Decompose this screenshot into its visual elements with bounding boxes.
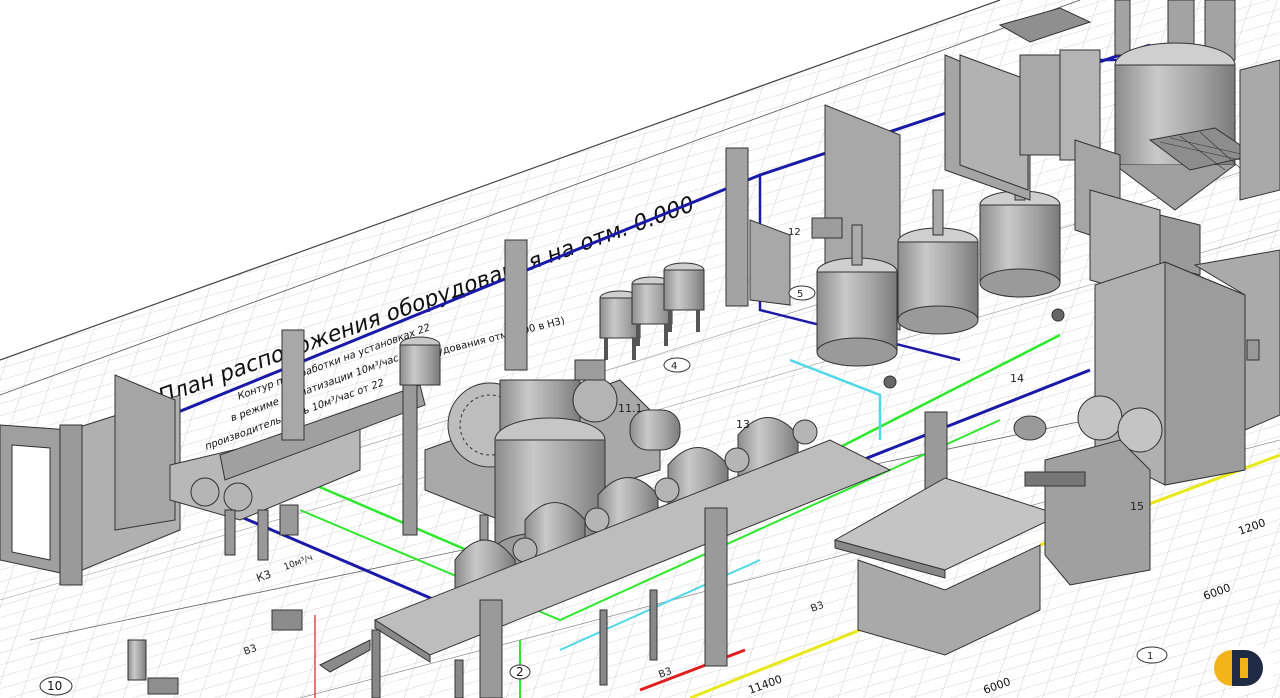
- callout-4: 4: [671, 361, 677, 372]
- callout-11-1: 11.1: [618, 402, 643, 415]
- callout-1: 1: [1147, 651, 1153, 662]
- callout-12: 12: [788, 227, 801, 238]
- callout-14: 14: [1010, 372, 1024, 385]
- axis-10: 10: [47, 679, 62, 693]
- plant-layout-isometric: План расположения оборудования на отм. 0…: [0, 0, 1280, 698]
- callout-5: 5: [797, 289, 803, 300]
- callout-15: 15: [1130, 500, 1144, 513]
- axis-2: 2: [516, 665, 524, 679]
- callout-13: 13: [736, 418, 750, 431]
